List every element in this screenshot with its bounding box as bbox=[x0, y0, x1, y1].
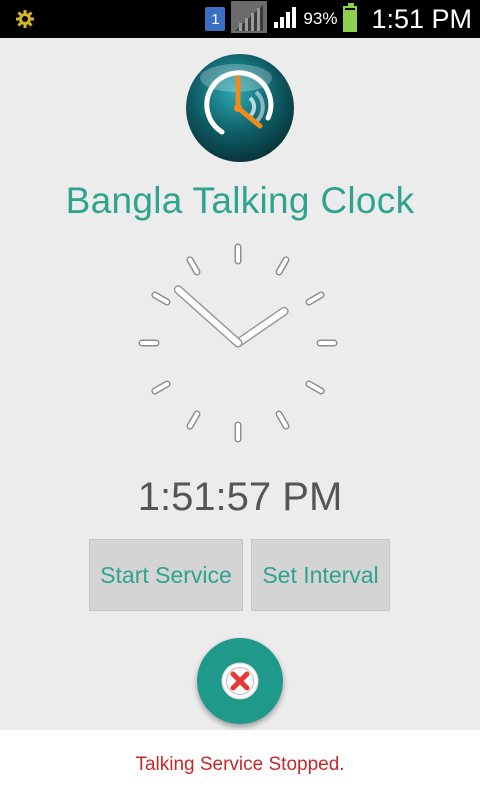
close-circle-icon bbox=[221, 662, 259, 700]
toast-message: Talking Service Stopped. bbox=[135, 754, 345, 775]
signal-no-service-icon bbox=[231, 0, 268, 38]
usb-debug-icon bbox=[14, 8, 36, 35]
sim-card-icon: 1 bbox=[205, 7, 226, 31]
battery-percent: 93% bbox=[303, 9, 338, 28]
battery-icon bbox=[343, 3, 358, 32]
minute-hand-face bbox=[175, 286, 241, 346]
digital-time: 1:51:57 PM bbox=[137, 475, 343, 519]
page-title: Bangla Talking Clock bbox=[65, 180, 415, 221]
hour-hand-face bbox=[235, 308, 288, 346]
status-bar: 1 93% 1:51 PM bbox=[0, 0, 480, 38]
talking-clock-logo-icon bbox=[184, 52, 296, 164]
stop-service-button[interactable] bbox=[197, 638, 283, 724]
set-interval-button[interactable]: Set Interval bbox=[251, 539, 390, 611]
analog-clock bbox=[135, 240, 341, 446]
toast: Talking Service Stopped. bbox=[0, 730, 480, 800]
signal-strength-icon bbox=[273, 5, 297, 34]
start-service-button[interactable]: Start Service bbox=[89, 539, 243, 611]
status-time: 1:51 PM bbox=[371, 3, 472, 34]
